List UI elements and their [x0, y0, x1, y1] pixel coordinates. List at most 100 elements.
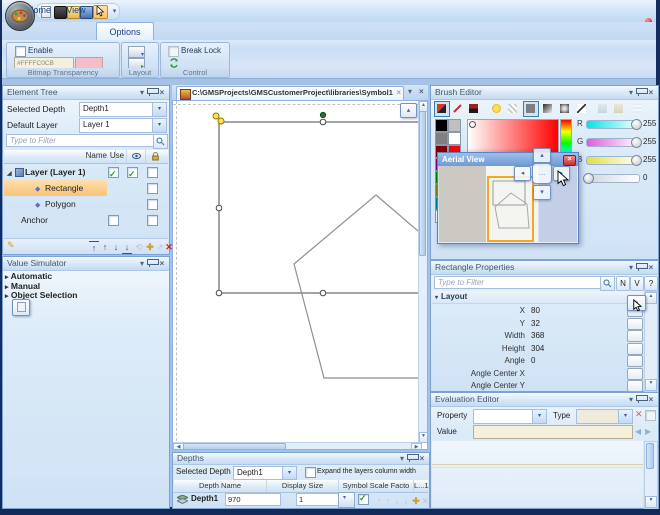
transparent-fill-icon[interactable] [505, 101, 521, 117]
lock-checkbox[interactable] [147, 199, 158, 210]
property-combo[interactable] [473, 409, 547, 424]
pan-down-button[interactable] [533, 185, 551, 200]
expand-layers-checkbox[interactable] [305, 467, 316, 478]
fill-brush-icon[interactable] [434, 101, 450, 117]
default-layer-combo[interactable]: Layer 1 [79, 118, 167, 133]
column-depth-name[interactable]: Depth Name [174, 480, 267, 492]
tab-list-icon[interactable] [408, 87, 412, 96]
evaluation-editor-header[interactable]: Evaluation Editor [431, 393, 658, 407]
horizontal-scrollbar[interactable]: ◀ ▶ [173, 442, 420, 450]
panel-menu-icon[interactable] [626, 86, 636, 99]
brush-editor-header[interactable]: Brush Editor [431, 86, 658, 100]
panel-menu-icon[interactable] [397, 453, 407, 464]
lock-column-lock-icon[interactable] [146, 150, 164, 163]
pattern-icon[interactable] [630, 101, 646, 117]
use-checkbox[interactable] [108, 215, 119, 226]
enable-checkbox[interactable] [15, 46, 26, 57]
pin-icon[interactable] [636, 86, 646, 99]
tree-row-polygon[interactable]: Polygon [4, 196, 161, 212]
pen-icon[interactable] [450, 101, 466, 117]
panel-menu-icon[interactable] [137, 86, 147, 99]
pin-icon[interactable] [407, 453, 417, 464]
expander-icon[interactable] [5, 271, 9, 281]
palette-swatch[interactable] [435, 132, 448, 145]
element-tree-header[interactable]: Element Tree [3, 86, 169, 100]
scrollbar-thumb[interactable] [646, 443, 654, 469]
refresh-icon[interactable] [169, 58, 179, 68]
evaluation-scrollbar[interactable]: ▼ [644, 441, 658, 509]
palette-swatch[interactable] [435, 119, 448, 132]
aerial-view-titlebar[interactable]: Aerial View × [438, 153, 578, 166]
lock-checkbox[interactable] [147, 167, 158, 178]
next-icon[interactable]: ▶ [645, 427, 651, 436]
column-name[interactable]: Name [4, 150, 116, 163]
expression-toggle-button[interactable] [627, 343, 643, 355]
no-fill-icon[interactable] [574, 101, 590, 117]
customize-qat-icon[interactable] [109, 6, 120, 17]
delete-depth-icon[interactable]: ✕ [420, 495, 430, 507]
type-combo[interactable] [576, 409, 633, 424]
move-bottom-icon[interactable] [122, 241, 132, 254]
tree-filter-input[interactable] [6, 134, 154, 147]
pan-up-button[interactable] [533, 148, 551, 163]
pan-left-button[interactable] [514, 166, 531, 181]
rectangle-properties-header[interactable]: Rectangle Properties [431, 261, 658, 275]
prop-x-value[interactable]: 80 [531, 306, 540, 315]
scrollbar-thumb[interactable] [183, 443, 286, 450]
chevron-down-icon[interactable] [152, 103, 166, 116]
chevron-down-icon[interactable] [618, 410, 632, 423]
lock-checkbox[interactable] [147, 215, 158, 226]
pin-icon[interactable] [147, 257, 157, 270]
expression-toggle-button[interactable] [627, 355, 643, 367]
prop-angle-value[interactable]: 0 [531, 356, 535, 365]
move-down-icon[interactable] [401, 495, 411, 507]
evaluation-checkbox[interactable] [645, 410, 656, 421]
column-layer1[interactable]: L...1 [414, 480, 428, 492]
expression-toggle-button[interactable] [627, 318, 643, 330]
scroll-down-icon[interactable]: ▼ [419, 432, 428, 443]
prop-width-value[interactable]: 368 [531, 331, 544, 340]
column-display-size[interactable]: Display Size [267, 480, 339, 492]
section-layout[interactable]: Layout [432, 291, 643, 304]
panel-menu-icon[interactable] [626, 261, 636, 274]
properties-scrollbar[interactable]: ▲ ▼ [644, 291, 658, 392]
save-layout-icon[interactable]: ▾ [128, 46, 145, 58]
visible-checkbox[interactable] [127, 167, 138, 178]
scroll-down-icon[interactable]: ▼ [645, 496, 657, 508]
tree-row-rectangle[interactable]: Rectangle [4, 180, 161, 196]
slider-thumb[interactable] [631, 119, 642, 130]
application-menu-button[interactable] [5, 1, 35, 31]
scrollbar-thumb[interactable] [419, 111, 426, 256]
document-tab[interactable]: C:\GMSProjects\GMSCustomerProject\librar… [176, 86, 404, 101]
filter-name-button[interactable]: N [616, 276, 630, 291]
search-icon[interactable] [153, 134, 168, 149]
palette-swatch[interactable] [448, 132, 461, 145]
palette-swatch[interactable] [448, 119, 461, 132]
tree-row-layer[interactable]: Layer (Layer 1) [4, 164, 161, 180]
scroll-right-icon[interactable]: ▶ [411, 443, 422, 450]
depth-row[interactable]: Depth1 970 1 ✚ ✕ [174, 492, 428, 507]
tree-row-anchor[interactable]: Anchor [4, 212, 161, 228]
use-checkbox[interactable] [108, 167, 119, 178]
slider-thumb[interactable] [583, 173, 594, 184]
prop-y-value[interactable]: 32 [531, 319, 540, 328]
vertical-scrollbar[interactable]: ▲ ▼ [418, 101, 427, 442]
expression-toggle-button[interactable] [627, 368, 643, 380]
layer-enabled-checkbox[interactable] [358, 494, 369, 505]
key-icon[interactable]: ✎ [7, 240, 15, 251]
radial-gradient-icon[interactable] [557, 101, 573, 117]
column-symbol-scale-factor[interactable]: Symbol Scale Facto [339, 480, 414, 492]
simulator-item-automatic[interactable]: Automatic [5, 271, 52, 281]
pin-icon[interactable] [636, 393, 646, 406]
texture-brush-icon[interactable] [466, 101, 482, 117]
slider-thumb[interactable] [631, 155, 642, 166]
chevron-down-icon[interactable] [532, 410, 546, 423]
panel-menu-icon[interactable] [137, 257, 147, 270]
selected-depth-combo[interactable]: Depth1 [79, 102, 167, 117]
chevron-down-icon[interactable] [152, 119, 166, 132]
sun-color-icon[interactable] [489, 101, 505, 117]
close-icon[interactable]: × [563, 155, 576, 166]
move-down-icon[interactable] [111, 241, 121, 253]
column-use[interactable]: Use [108, 150, 127, 163]
drawing-canvas[interactable]: ▲ ▼ ◀ ▶ [172, 100, 428, 450]
